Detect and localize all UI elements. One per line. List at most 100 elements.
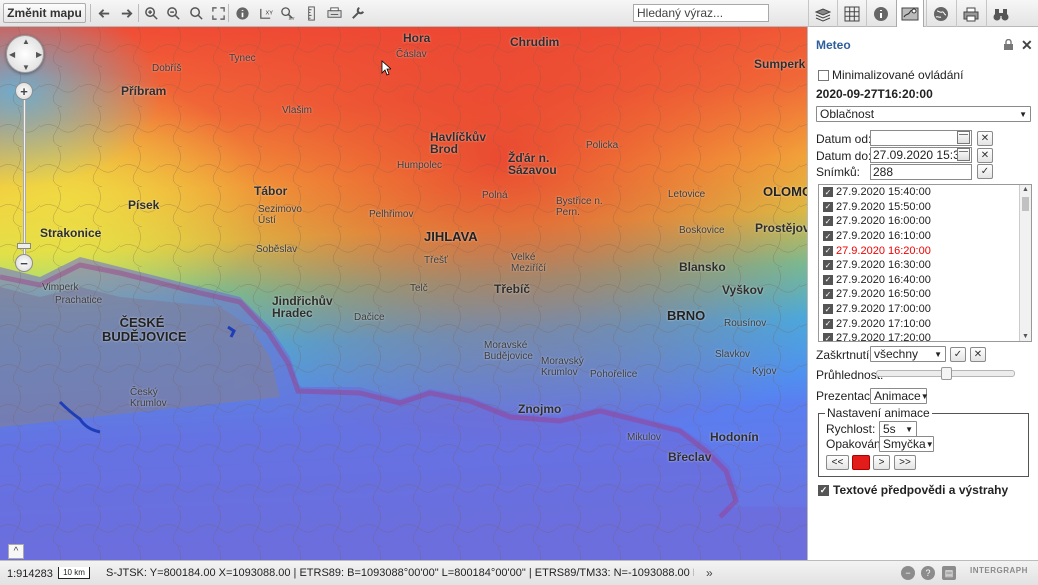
time-item-checkbox[interactable]: ✓ — [823, 318, 833, 329]
map-label: Třešť — [424, 255, 448, 266]
opacity-slider[interactable] — [876, 367, 1015, 380]
frames-input[interactable]: 288 — [870, 164, 972, 180]
legend-icon[interactable] — [866, 0, 894, 27]
binoculars-icon[interactable] — [986, 0, 1014, 27]
checked-select-value: všechny — [874, 347, 919, 361]
time-list-item[interactable]: ✓ 27.9.2020 16:50:00 — [819, 287, 1031, 302]
presentation-select[interactable]: Animace ▼ — [870, 388, 929, 404]
minimized-controls-label: Minimalizované ovládání — [832, 68, 964, 82]
coordinates-more-button[interactable]: » — [706, 566, 713, 580]
clear-date-to-button[interactable]: ✕ — [977, 148, 993, 163]
search-input[interactable] — [633, 4, 769, 22]
full-extent-icon[interactable] — [208, 3, 228, 23]
collapse-map-button[interactable]: ^ — [8, 544, 24, 559]
zoom-slider-track[interactable] — [23, 97, 26, 259]
map-label: Tábor — [254, 184, 288, 198]
globe-icon[interactable] — [926, 0, 954, 27]
time-list-item[interactable]: ✓ 27.9.2020 16:00:00 — [819, 214, 1031, 229]
dropdown-arrow-icon: ▼ — [905, 424, 913, 434]
list-scrollbar[interactable]: ▲ ▼ — [1019, 185, 1031, 341]
zoom-out-button[interactable]: − — [15, 254, 33, 272]
time-list-item[interactable]: ✓ 27.9.2020 15:50:00 — [819, 200, 1031, 215]
meteo-icon[interactable] — [896, 0, 924, 28]
text-forecast-row: ✓ Textové předpovědi a výstrahy — [818, 483, 1008, 497]
export-icon[interactable]: ▤ — [942, 566, 956, 580]
change-map-button[interactable]: Změnit mapu — [3, 3, 86, 23]
minimized-controls-checkbox[interactable] — [818, 69, 829, 81]
time-list-item[interactable]: ✓ 27.9.2020 16:40:00 — [819, 273, 1031, 288]
check-all-button[interactable]: ✓ — [950, 347, 966, 362]
time-item-checkbox[interactable]: ✓ — [823, 289, 833, 300]
date-to-label: Datum do: — [816, 149, 872, 163]
map-label: Hora — [403, 31, 431, 45]
dropdown-arrow-icon: ▼ — [934, 349, 942, 359]
first-frame-button[interactable]: << — [826, 455, 849, 470]
map-label: Letovice — [668, 189, 706, 200]
time-item-checkbox[interactable]: ✓ — [823, 201, 833, 212]
time-list-item[interactable]: ✓ 27.9.2020 17:00:00 — [819, 302, 1031, 317]
clear-date-from-button[interactable]: ✕ — [977, 131, 993, 146]
zoom-box-icon[interactable] — [186, 3, 206, 23]
repeat-select[interactable]: Smyčka ▼ — [879, 436, 934, 452]
uncheck-all-button[interactable]: ✕ — [970, 347, 986, 362]
time-list[interactable]: ✓ 27.9.2020 15:40:00 ✓ 27.9.2020 15:50:00 ✓ 2… — [818, 184, 1032, 342]
time-item-label: 27.9.2020 16:30:00 — [836, 259, 931, 272]
time-item-label: 27.9.2020 17:10:00 — [836, 317, 931, 330]
panel-title: Meteo — [816, 38, 851, 52]
speed-select[interactable]: 5s ▼ — [879, 421, 917, 437]
time-item-checkbox[interactable]: ✓ — [823, 333, 833, 341]
time-item-checkbox[interactable]: ✓ — [823, 187, 833, 198]
measure-icon[interactable] — [301, 3, 321, 23]
time-item-checkbox[interactable]: ✓ — [823, 245, 833, 256]
map-label: Vlašim — [282, 105, 313, 116]
calendar-icon[interactable] — [957, 131, 970, 144]
wrench-icon[interactable] — [347, 3, 367, 23]
map-label: Slavkov — [715, 349, 751, 360]
speed-select-value: 5s — [883, 422, 896, 436]
print-icon[interactable] — [324, 3, 344, 23]
map-label: Tynec — [229, 53, 256, 64]
xy-coordinate-icon[interactable]: XY — [255, 3, 275, 23]
time-list-item[interactable]: ✓ 27.9.2020 17:20:00 — [819, 331, 1031, 341]
zoom-in-button[interactable]: + — [15, 82, 33, 100]
time-item-label: 27.9.2020 16:50:00 — [836, 288, 931, 301]
forward-arrow-icon[interactable] — [116, 3, 136, 23]
last-frame-button[interactable]: >> — [894, 455, 916, 470]
text-forecast-label: Textové předpovědi a výstrahy — [833, 483, 1009, 497]
print-map-icon[interactable] — [956, 0, 984, 27]
help-icon[interactable]: ? — [921, 566, 935, 580]
lock-icon[interactable] — [1003, 39, 1014, 50]
calendar-icon[interactable] — [957, 148, 970, 161]
layer-select[interactable]: Oblačnost ▼ — [816, 106, 1031, 122]
time-list-item[interactable]: ✓ 27.9.2020 16:10:00 — [819, 229, 1031, 244]
time-item-checkbox[interactable]: ✓ — [823, 260, 833, 271]
back-arrow-icon[interactable] — [94, 3, 114, 23]
zoom-out-icon[interactable] — [163, 3, 183, 23]
zoom-in-icon[interactable] — [141, 3, 161, 23]
info-icon[interactable] — [232, 3, 252, 23]
time-item-checkbox[interactable]: ✓ — [823, 274, 833, 285]
checked-select[interactable]: všechny ▼ — [870, 346, 946, 362]
confirm-frames-button[interactable]: ✓ — [977, 164, 993, 179]
time-list-item[interactable]: ✓ 27.9.2020 15:40:00 — [819, 185, 1031, 200]
intergraph-logo: INTERGRAPH — [970, 566, 1028, 575]
time-item-checkbox[interactable]: ✓ — [823, 216, 833, 227]
opacity-slider-knob[interactable] — [941, 367, 952, 380]
close-panel-button[interactable]: ✕ — [1021, 37, 1033, 54]
minus-circle-icon[interactable]: − — [901, 566, 915, 580]
xy-search-icon[interactable]: XY — [277, 3, 297, 23]
map-view[interactable]: Hora Chrudim Sumperk Příbram Havlíčkův B… — [0, 27, 807, 560]
time-list-item[interactable]: ✓ 27.9.2020 17:10:00 — [819, 316, 1031, 331]
time-list-item[interactable]: ✓ 27.9.2020 16:30:00 — [819, 258, 1031, 273]
pan-control[interactable]: ▲ ▼ ◀ ▶ — [6, 35, 44, 73]
layers-icon[interactable] — [808, 0, 836, 27]
next-frame-button[interactable]: > — [873, 455, 890, 470]
time-item-checkbox[interactable]: ✓ — [823, 231, 833, 242]
zoom-slider-handle[interactable] — [17, 243, 31, 249]
grid-icon[interactable] — [837, 0, 865, 27]
stop-button[interactable] — [852, 455, 870, 470]
time-list-item[interactable]: ✓ 27.9.2020 16:20:00 — [819, 243, 1031, 258]
text-forecast-checkbox[interactable]: ✓ — [818, 484, 829, 496]
time-item-checkbox[interactable]: ✓ — [823, 304, 833, 315]
map-label: Polná — [482, 190, 508, 201]
